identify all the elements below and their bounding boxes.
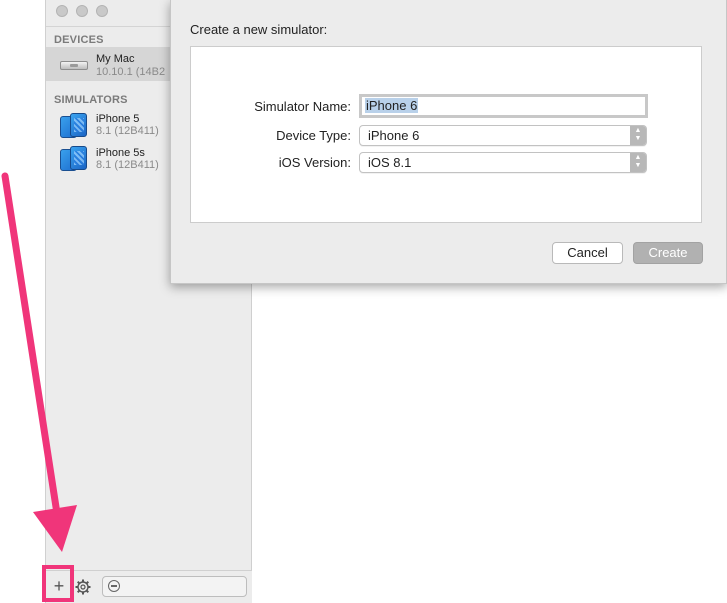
filter-field[interactable] bbox=[102, 576, 247, 597]
chevron-up-down-icon: ▲ ▼ bbox=[630, 126, 646, 145]
create-simulator-sheet: Create a new simulator: Simulator Name: … bbox=[170, 0, 727, 284]
selected-text: iPhone 6 bbox=[365, 98, 419, 113]
device-type-label: Device Type: bbox=[276, 128, 351, 143]
sidebar-bottom-bar: + bbox=[46, 570, 252, 603]
ios-version-select[interactable]: iOS 8.1 ▲ ▼ bbox=[359, 152, 647, 173]
device-name: My Mac bbox=[96, 53, 135, 65]
simulator-version: 8.1 (12B411) bbox=[96, 159, 159, 171]
sheet-title: Create a new simulator: bbox=[190, 22, 328, 37]
simulator-name-input[interactable]: iPhone 6 bbox=[359, 94, 648, 118]
minimize-icon[interactable] bbox=[76, 5, 88, 17]
mac-mini-icon bbox=[60, 61, 88, 70]
simulator-name: iPhone 5 bbox=[96, 113, 140, 125]
chevron-up-down-icon: ▲ ▼ bbox=[630, 153, 646, 172]
iphone-icon bbox=[60, 113, 88, 139]
simulator-name: iPhone 5s bbox=[96, 147, 145, 159]
form-box: Simulator Name: iPhone 6 Device Type: iP… bbox=[190, 46, 702, 223]
device-type-select[interactable]: iPhone 6 ▲ ▼ bbox=[359, 125, 647, 146]
cancel-button[interactable]: Cancel bbox=[552, 242, 623, 264]
iphone-icon bbox=[60, 146, 88, 172]
close-icon[interactable] bbox=[56, 5, 68, 17]
traffic-lights bbox=[56, 5, 108, 17]
create-button[interactable]: Create bbox=[633, 242, 703, 264]
simulator-name-label: Simulator Name: bbox=[254, 99, 351, 114]
simulator-version: 8.1 (12B411) bbox=[96, 125, 159, 137]
gear-icon[interactable] bbox=[75, 579, 91, 595]
devices-header: DEVICES bbox=[54, 34, 104, 46]
ios-version-label: iOS Version: bbox=[278, 155, 351, 170]
zoom-icon[interactable] bbox=[96, 5, 108, 17]
filter-icon bbox=[108, 580, 120, 592]
device-type-value: iPhone 6 bbox=[368, 128, 420, 143]
ios-version-value: iOS 8.1 bbox=[368, 155, 412, 170]
device-version: 10.10.1 (14B2 bbox=[96, 66, 166, 78]
simulators-header: SIMULATORS bbox=[54, 94, 128, 106]
add-simulator-button[interactable]: + bbox=[50, 577, 68, 596]
